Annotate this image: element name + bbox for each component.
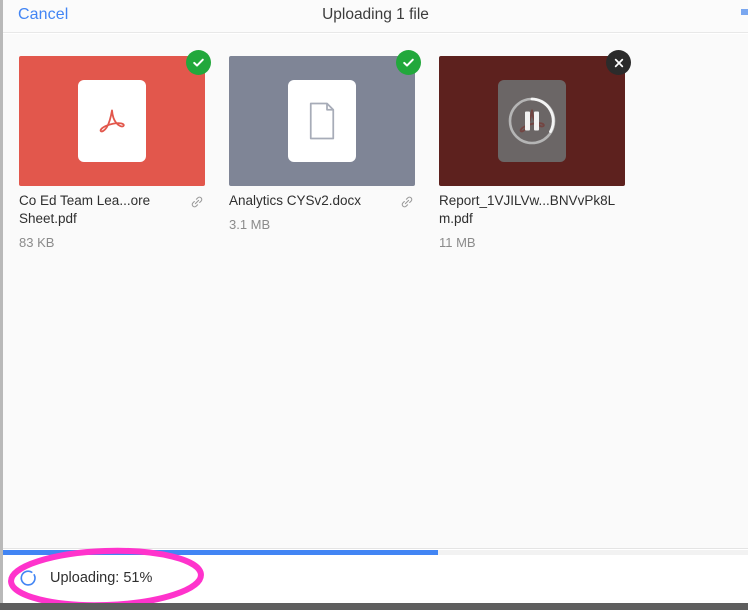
file-grid: Co Ed Team Lea...ore Sheet.pdf 83 KB Ana… [3,34,748,251]
check-icon [193,58,204,67]
file-name-row: Co Ed Team Lea...ore Sheet.pdf [19,192,205,228]
pause-icon[interactable] [524,111,540,131]
progress-bar-track [3,550,748,555]
upload-progress-overlay[interactable] [498,80,566,162]
document-icon [309,102,335,140]
file-name-row: Report_1VJILVw...BNVvPk8Lm.pdf [439,192,625,228]
file-thumbnail-wrap [439,50,631,186]
file-size: 83 KB [19,235,55,250]
check-icon [403,58,414,67]
page-title: Uploading 1 file [322,6,429,23]
file-meta: Report_1VJILVw...BNVvPk8Lm.pdf 11 MB [439,180,625,251]
file-name: Analytics CYSv2.docx [229,193,362,208]
file-name-row: Analytics CYSv2.docx [229,192,415,210]
file-card[interactable]: Report_1VJILVw...BNVvPk8Lm.pdf 11 MB [439,50,631,251]
link-icon[interactable] [189,194,205,210]
file-meta: Analytics CYSv2.docx 3.1 MB [229,180,415,233]
window-bottom-edge [0,603,748,610]
cancel-upload-badge[interactable] [606,50,631,75]
dialog-header: Cancel Uploading 1 file [3,0,748,33]
file-name: Co Ed Team Lea...ore Sheet.pdf [19,193,151,226]
upload-status-text: Uploading: 51% [50,570,153,586]
file-meta: Co Ed Team Lea...ore Sheet.pdf 83 KB [19,180,205,251]
file-card[interactable]: Analytics CYSv2.docx 3.1 MB [229,50,421,251]
upload-complete-badge[interactable] [186,50,211,75]
file-size: 11 MB [439,235,476,250]
link-icon[interactable] [399,194,415,210]
upload-status-row: Uploading: 51% [19,569,152,588]
file-card[interactable]: Co Ed Team Lea...ore Sheet.pdf 83 KB [19,50,211,251]
upload-file-list: Co Ed Team Lea...ore Sheet.pdf 83 KB Ana… [3,34,748,548]
file-thumbnail-wrap [229,50,421,186]
close-icon [614,58,623,67]
file-thumbnail[interactable] [229,56,415,186]
spinner-icon [20,570,36,586]
file-name: Report_1VJILVw...BNVvPk8Lm.pdf [439,193,616,226]
file-size: 3.1 MB [229,217,271,232]
file-thumbnail-wrap [19,50,211,186]
upload-status-footer: Uploading: 51% [3,548,748,603]
pdf-icon [99,109,125,133]
document-page-icon [78,80,146,162]
upload-complete-badge[interactable] [396,50,421,75]
upload-dialog-window: Cancel Uploading 1 file Co Ed Team Lea..… [0,0,748,610]
document-page-icon [288,80,356,162]
progress-bar-fill [3,550,439,555]
file-thumbnail[interactable] [19,56,205,186]
header-action-button[interactable] [741,9,748,15]
window-left-edge [0,0,3,603]
file-thumbnail[interactable] [439,56,625,186]
